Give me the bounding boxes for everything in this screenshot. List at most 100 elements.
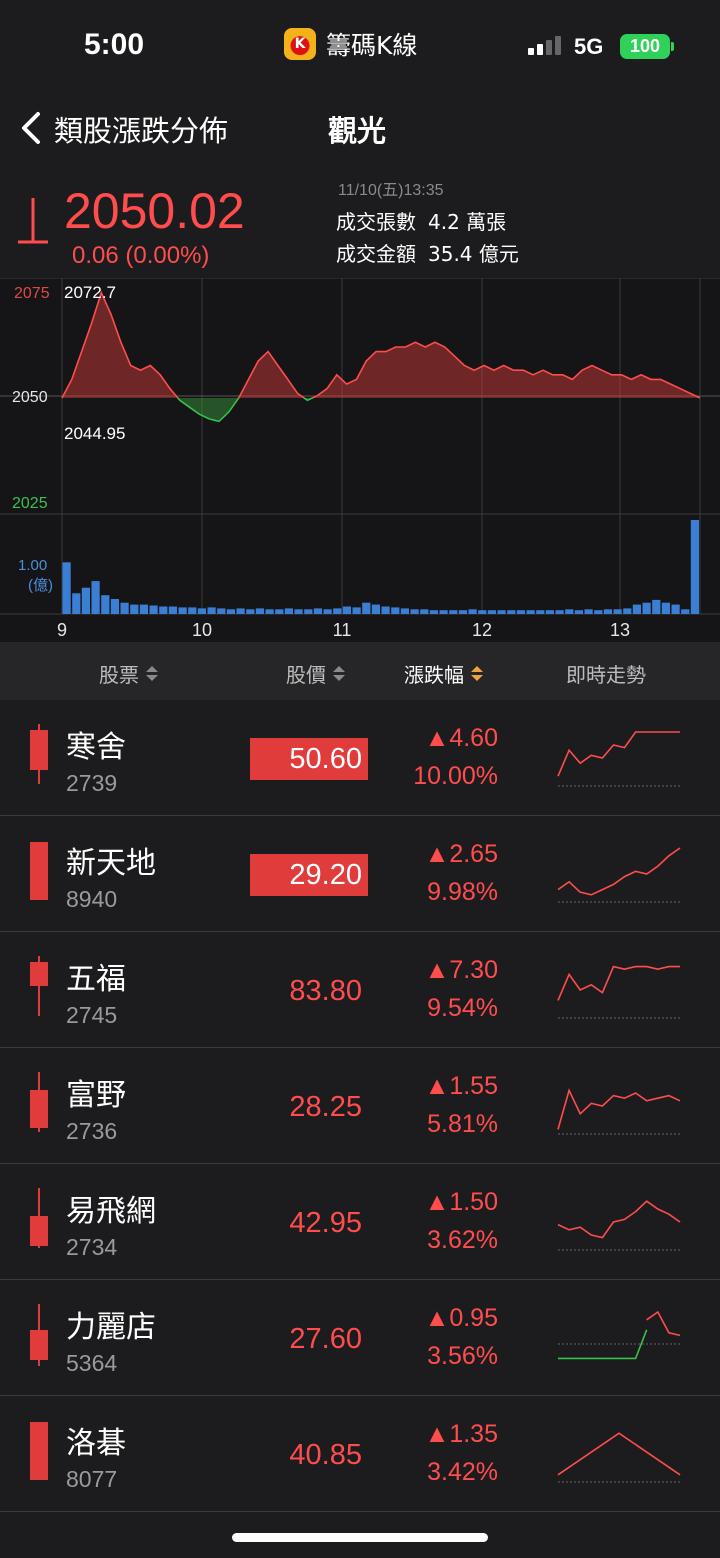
trend-sparkline xyxy=(557,731,682,787)
stock-change: ▲7.30 xyxy=(424,956,498,984)
volume-bar xyxy=(139,604,148,614)
stock-name: 五福 xyxy=(66,962,126,997)
stock-change-pct: 9.54% xyxy=(427,994,498,1022)
x-tick-label: 11 xyxy=(333,620,352,640)
stock-code: 2736 xyxy=(66,1118,118,1144)
volume-bar xyxy=(246,609,255,614)
sort-icon-active xyxy=(471,666,483,681)
volume-bar xyxy=(255,608,264,614)
volume-bar xyxy=(284,608,293,614)
candle-icon xyxy=(30,1422,48,1480)
volume-bar xyxy=(545,610,554,614)
header-stock-label: 股票 xyxy=(99,663,139,687)
sort-by-price[interactable]: 股價 xyxy=(286,659,345,688)
stock-name: 寒舍 xyxy=(66,730,126,765)
candle-icon xyxy=(30,1188,48,1248)
volume-bar xyxy=(623,608,632,614)
signal-icon xyxy=(528,36,561,55)
header-trend: 即時走勢 xyxy=(566,659,646,688)
back-icon[interactable] xyxy=(14,108,54,148)
volume-bar xyxy=(304,609,313,614)
stock-row[interactable]: 五福 2745 83.80 ▲7.30 9.54% xyxy=(0,932,720,1048)
volume-bar xyxy=(429,610,438,614)
stock-change-pct: 10.00% xyxy=(413,762,498,790)
battery-icon: 100 xyxy=(620,34,670,59)
header-trend-label: 即時走勢 xyxy=(566,663,646,687)
candle-icon xyxy=(30,724,48,784)
volume-bar xyxy=(400,608,409,614)
volume-value: 4.2 萬張 xyxy=(428,210,507,234)
stock-code: 2739 xyxy=(66,770,118,796)
sort-by-stock[interactable]: 股票 xyxy=(99,659,158,688)
stock-change-pct: 3.62% xyxy=(427,1226,498,1254)
index-change: 0.06 (0.00%) xyxy=(72,242,210,269)
volume-bar xyxy=(130,604,139,614)
stock-row[interactable]: 新天地 8940 29.20 ▲2.65 9.98% xyxy=(0,816,720,932)
home-indicator[interactable] xyxy=(232,1533,488,1542)
status-app-name: 籌碼K線 xyxy=(326,31,418,60)
down-arrow-icon xyxy=(14,196,52,254)
sort-by-change[interactable]: 漲跌幅 xyxy=(404,659,483,688)
high-label: 2072.7 xyxy=(64,283,116,302)
stock-code: 8077 xyxy=(66,1466,118,1492)
stock-row[interactable]: 易飛網 2734 42.95 ▲1.50 3.62% xyxy=(0,1164,720,1280)
volume-bar xyxy=(681,609,690,614)
stock-price: 27.60 xyxy=(289,1322,362,1355)
volume-bar xyxy=(565,609,574,614)
chart-area-up xyxy=(62,292,700,398)
stock-code: 2745 xyxy=(66,1002,118,1028)
volume-bar xyxy=(362,602,371,614)
stock-row[interactable]: 富野 2736 28.25 ▲1.55 5.81% xyxy=(0,1048,720,1164)
stock-name: 力麗店 xyxy=(66,1310,156,1345)
volume-bar xyxy=(159,606,168,614)
volume-bar xyxy=(574,610,583,614)
candle-icon xyxy=(30,842,48,900)
volume-bar xyxy=(294,609,303,614)
trend-sparkline xyxy=(557,847,682,903)
volume-bar xyxy=(410,609,419,614)
volume-bar xyxy=(226,609,235,614)
stock-row[interactable]: 力麗店 5364 27.60 ▲0.95 3.56% xyxy=(0,1280,720,1396)
stock-change: ▲1.55 xyxy=(424,1072,498,1100)
trend-sparkline xyxy=(557,965,682,1019)
stock-change: ▲2.65 xyxy=(424,840,498,868)
trend-sparkline xyxy=(557,1200,682,1251)
stock-change: ▲1.50 xyxy=(424,1188,498,1216)
header-change-label: 漲跌幅 xyxy=(404,663,464,687)
volume-bar xyxy=(478,610,487,614)
x-tick-label: 10 xyxy=(192,620,212,640)
volume-bar xyxy=(178,607,187,614)
back-button-label[interactable]: 類股漲跌分佈 xyxy=(54,108,228,150)
stock-code: 5364 xyxy=(66,1350,118,1376)
volume-bar xyxy=(516,610,525,614)
low-label: 2044.95 xyxy=(64,424,125,443)
volume-bar xyxy=(236,608,245,614)
stock-change-pct: 9.98% xyxy=(427,878,498,906)
trend-sparkline xyxy=(558,1310,682,1360)
index-value: 2050.02 xyxy=(64,183,245,239)
candle-icon xyxy=(30,1304,48,1366)
candle-icon xyxy=(30,956,48,1016)
stock-price: 50.60 xyxy=(250,738,368,780)
volume-bar xyxy=(352,607,361,614)
stock-change: ▲0.95 xyxy=(424,1304,498,1332)
volume-bar xyxy=(449,610,458,614)
volume-bar xyxy=(197,608,206,614)
stock-row[interactable]: 洛碁 8077 40.85 ▲1.35 3.42% xyxy=(0,1396,720,1512)
volume-bar xyxy=(275,609,284,614)
page-title: 觀光 xyxy=(328,114,387,148)
volume-bar xyxy=(391,607,400,614)
stock-price: 83.80 xyxy=(289,974,362,1007)
x-tick-label: 13 xyxy=(610,620,630,640)
volume-bar xyxy=(671,604,680,614)
intraday-chart[interactable]: 2075 2050 2025 2072.7 2044.95 1.00 (億) 9… xyxy=(0,278,720,642)
volume-bar xyxy=(613,609,622,614)
volume-bar xyxy=(323,609,332,614)
y-tick-top: 2075 xyxy=(14,285,50,302)
x-tick-label: 12 xyxy=(472,620,492,640)
volume-bar xyxy=(439,610,448,614)
stock-change-pct: 5.81% xyxy=(427,1110,498,1138)
volume-bar xyxy=(110,599,119,614)
stock-row[interactable]: 寒舍 2739 50.60 ▲4.60 10.00% xyxy=(0,700,720,816)
volume-bar xyxy=(690,520,699,614)
